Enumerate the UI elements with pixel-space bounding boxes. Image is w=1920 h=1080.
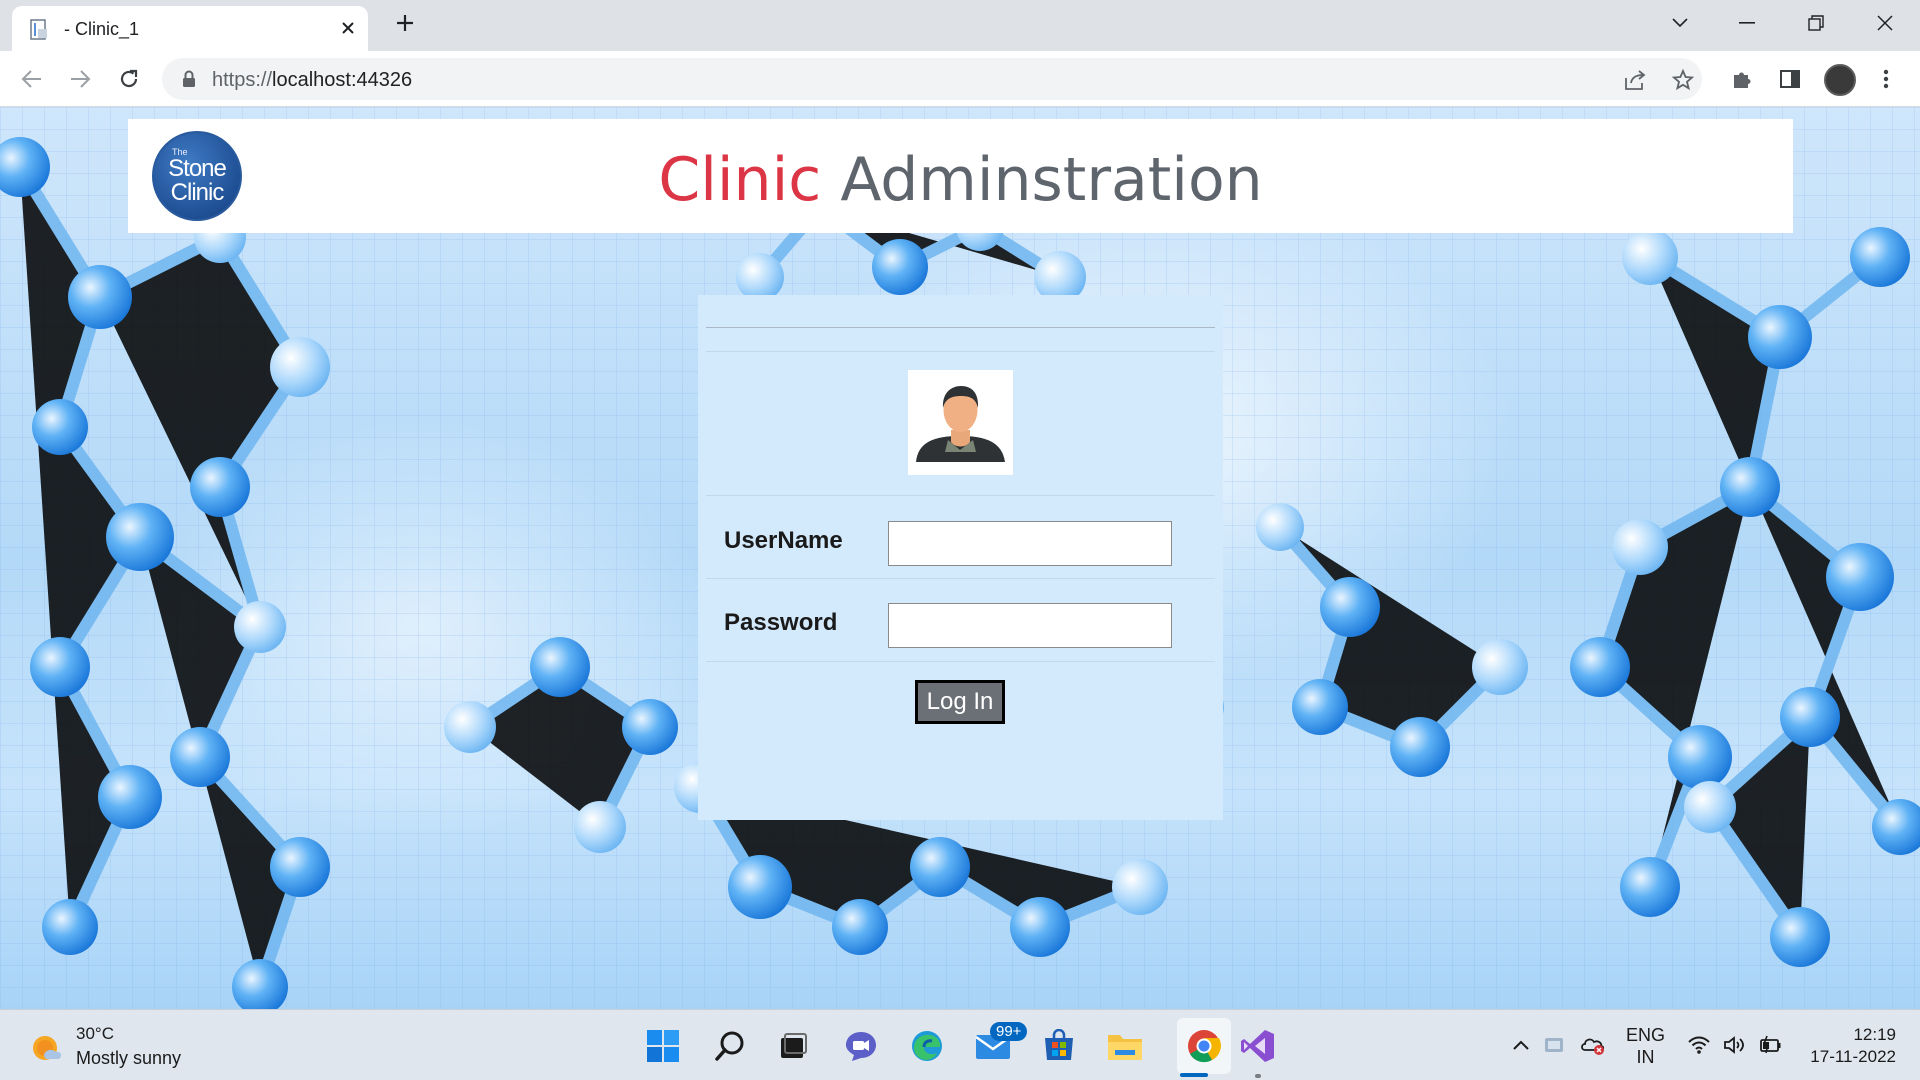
restore-icon[interactable] — [1796, 8, 1836, 38]
browser-toolbar: https://localhost:44326 — [0, 51, 1920, 107]
minimize-icon[interactable] — [1727, 8, 1767, 38]
page-title: Clinic Adminstration — [128, 145, 1793, 215]
tab-close-icon[interactable] — [336, 16, 360, 40]
chrome-running-indicator — [1180, 1073, 1208, 1077]
forward-arrow-icon[interactable] — [64, 63, 96, 95]
onedrive-error-icon[interactable] — [1580, 1032, 1606, 1058]
new-tab-button[interactable] — [390, 10, 420, 40]
username-input[interactable] — [888, 521, 1172, 566]
row-divider — [706, 495, 1215, 496]
battery-charging-icon[interactable] — [1758, 1032, 1784, 1058]
weather-sun-icon[interactable] — [30, 1030, 64, 1064]
bookmark-star-icon[interactable] — [1670, 67, 1696, 93]
username-label: UserName — [724, 527, 843, 554]
mail-unread-badge: 99+ — [990, 1022, 1028, 1041]
tab-search-icon[interactable] — [1660, 8, 1700, 38]
extensions-puzzle-icon[interactable] — [1728, 65, 1756, 93]
visual-studio-icon[interactable] — [1237, 1025, 1279, 1067]
profile-avatar[interactable] — [1824, 64, 1856, 96]
vs-running-indicator — [1255, 1074, 1261, 1078]
region-code: IN — [1636, 1047, 1655, 1067]
password-label: Password — [724, 609, 838, 636]
url-scheme: https:// — [212, 69, 273, 91]
lock-icon[interactable] — [182, 70, 196, 93]
password-input[interactable] — [888, 603, 1172, 648]
login-panel: UserName Password Log In — [698, 295, 1223, 820]
task-view-icon[interactable] — [772, 1025, 814, 1067]
site-header: The Stone Clinic Clinic Adminstration — [128, 119, 1793, 233]
weather-description[interactable]: Mostly sunny — [76, 1048, 181, 1069]
browser-tab[interactable]: - Clinic_1 — [12, 6, 368, 51]
input-language-indicator[interactable]: ENG IN — [1626, 1024, 1665, 1068]
side-panel-icon[interactable] — [1776, 65, 1804, 93]
login-button[interactable]: Log In — [915, 680, 1005, 724]
clock-date: 17-11-2022 — [1810, 1047, 1896, 1066]
row-divider — [706, 351, 1215, 352]
file-explorer-icon[interactable] — [1104, 1025, 1146, 1067]
share-icon[interactable] — [1622, 67, 1648, 93]
chrome-icon[interactable] — [1183, 1025, 1225, 1067]
windows-taskbar: 30°C Mostly sunny 99+ ENG IN 12:19 17-11… — [0, 1009, 1920, 1080]
browser-tabstrip: - Clinic_1 — [0, 0, 1920, 51]
system-clock[interactable]: 12:19 17-11-2022 — [1800, 1024, 1896, 1068]
page-title-administration: Adminstration — [840, 145, 1263, 215]
edge-browser-icon[interactable] — [906, 1025, 948, 1067]
tab-title: - Clinic_1 — [64, 19, 140, 39]
page-title-clinic: Clinic — [658, 145, 822, 215]
browser-menu-icon[interactable] — [1872, 65, 1900, 93]
search-icon[interactable] — [709, 1025, 751, 1067]
weather-temperature[interactable]: 30°C — [76, 1024, 114, 1044]
panel-divider — [706, 327, 1215, 328]
teams-chat-icon[interactable] — [840, 1025, 882, 1067]
volume-icon[interactable] — [1722, 1032, 1748, 1058]
language-code: ENG — [1626, 1025, 1666, 1045]
show-hidden-icons-chevron-icon[interactable] — [1508, 1032, 1534, 1058]
windows-start-icon[interactable] — [642, 1025, 684, 1067]
row-divider — [706, 578, 1215, 579]
page-favicon-icon — [30, 19, 50, 41]
reload-icon[interactable] — [113, 63, 145, 95]
url-host: localhost:44326 — [272, 69, 413, 91]
page-viewport: The Stone Clinic Clinic Adminstration Us… — [0, 107, 1920, 1009]
clock-time: 12:19 — [1853, 1025, 1896, 1044]
row-divider — [706, 661, 1215, 662]
back-arrow-icon[interactable] — [16, 63, 48, 95]
wifi-icon[interactable] — [1686, 1032, 1712, 1058]
url-text: https://localhost:44326 — [212, 69, 412, 92]
microsoft-store-icon[interactable] — [1038, 1025, 1080, 1067]
close-window-icon[interactable] — [1865, 8, 1905, 38]
tray-app-icon[interactable] — [1542, 1032, 1568, 1058]
user-avatar-icon — [908, 370, 1013, 475]
address-bar[interactable]: https://localhost:44326 — [162, 58, 1702, 100]
